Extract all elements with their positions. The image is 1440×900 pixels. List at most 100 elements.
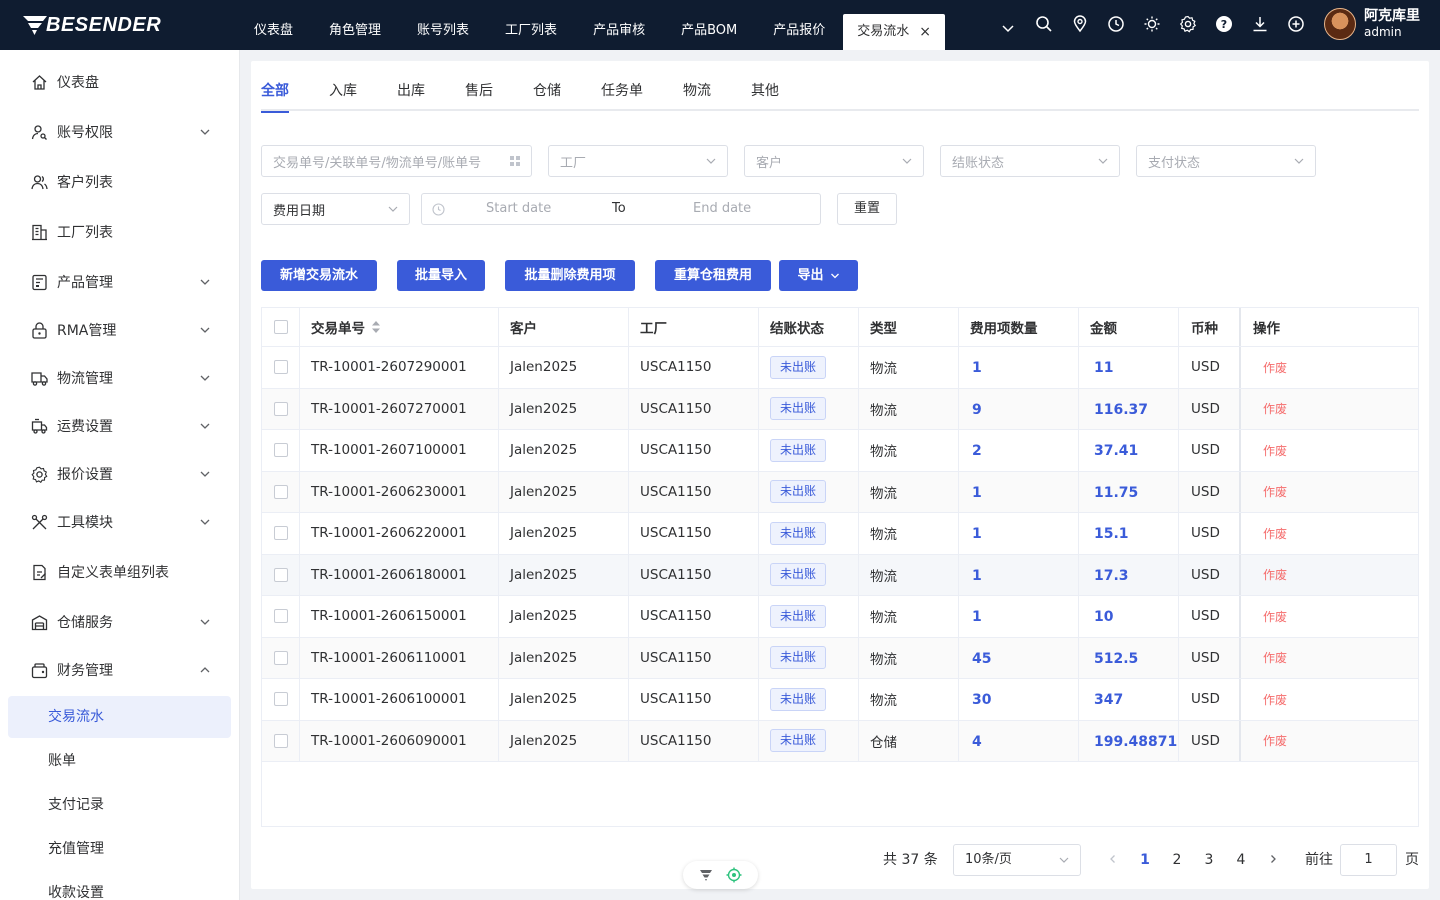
- fee-count-link[interactable]: 2: [972, 441, 982, 459]
- fee-count-link[interactable]: 1: [972, 566, 982, 584]
- void-button[interactable]: 作废: [1253, 608, 1287, 625]
- topnav-item-product-quote[interactable]: 产品报价: [755, 0, 843, 50]
- gear-icon[interactable]: [1178, 14, 1198, 34]
- sidebar-item-factories[interactable]: 工厂列表: [0, 208, 240, 256]
- prev-page-button[interactable]: [1097, 844, 1129, 876]
- row-checkbox[interactable]: [273, 443, 288, 458]
- amount-link[interactable]: 11.75: [1094, 483, 1138, 501]
- fee-count-link[interactable]: 1: [972, 607, 982, 625]
- amount-link[interactable]: 199.48871: [1094, 732, 1177, 750]
- topnav-item-product-review[interactable]: 产品审核: [575, 0, 663, 50]
- void-button[interactable]: 作废: [1253, 649, 1287, 666]
- select-all-checkbox[interactable]: [273, 320, 288, 334]
- sidebar-item-freight-settings[interactable]: 运费设置: [0, 402, 240, 450]
- sidebar-sub-payments[interactable]: 支付记录: [8, 784, 231, 826]
- reset-button[interactable]: 重置: [837, 193, 897, 225]
- page-size-select[interactable]: 10条/页: [953, 844, 1081, 876]
- sidebar-item-warehouse[interactable]: 仓储服务: [0, 598, 240, 646]
- table-row[interactable]: TR-10001-2606110001 Jalen2025 USCA1150 未出账 物…: [262, 637, 1418, 679]
- topnav-item-roles[interactable]: 角色管理: [311, 0, 399, 50]
- fee-count-link[interactable]: 1: [972, 358, 982, 376]
- fee-count-link[interactable]: 45: [972, 649, 991, 667]
- export-button[interactable]: 导出: [779, 260, 858, 291]
- add-transaction-button[interactable]: 新增交易流水: [261, 260, 377, 291]
- tab-logistics[interactable]: 物流: [683, 61, 711, 111]
- download-icon[interactable]: [1250, 14, 1270, 34]
- page-1[interactable]: 1: [1129, 844, 1161, 876]
- table-row[interactable]: TR-10001-2606150001 Jalen2025 USCA1150 未出账 物…: [262, 596, 1418, 638]
- plus-circle-icon[interactable]: [1286, 14, 1306, 34]
- table-row[interactable]: TR-10001-2606090001 Jalen2025 USCA1150 未出账 仓…: [262, 720, 1418, 762]
- fee-count-link[interactable]: 1: [972, 524, 982, 542]
- column-header-id[interactable]: 交易单号: [300, 308, 499, 346]
- sidebar-item-customers[interactable]: 客户列表: [0, 158, 240, 206]
- void-button[interactable]: 作废: [1253, 483, 1287, 500]
- void-button[interactable]: 作废: [1253, 732, 1287, 749]
- void-button[interactable]: 作废: [1253, 359, 1287, 376]
- row-checkbox[interactable]: [273, 650, 288, 665]
- table-row[interactable]: TR-10001-2606180001 Jalen2025 USCA1150 未出账 物…: [262, 554, 1418, 596]
- user-menu[interactable]: 阿克库里 admin: [1324, 8, 1420, 40]
- tab-all[interactable]: 全部: [261, 61, 289, 113]
- fee-count-link[interactable]: 1: [972, 483, 982, 501]
- end-date-input[interactable]: End date: [693, 201, 751, 216]
- row-checkbox[interactable]: [273, 733, 288, 748]
- amount-link[interactable]: 11: [1094, 358, 1113, 376]
- recalc-storage-fee-button[interactable]: 重算仓租费用: [655, 260, 771, 291]
- sidebar-item-tools[interactable]: 工具模块: [0, 498, 240, 546]
- row-checkbox[interactable]: [273, 360, 288, 375]
- location-icon[interactable]: [1070, 14, 1090, 34]
- sidebar-item-dashboard[interactable]: 仪表盘: [0, 58, 240, 106]
- table-row[interactable]: TR-10001-2607270001 Jalen2025 USCA1150 未出账 物…: [262, 388, 1418, 430]
- customer-select[interactable]: 客户: [744, 145, 924, 177]
- sun-icon[interactable]: [1142, 14, 1162, 34]
- row-checkbox[interactable]: [273, 692, 288, 707]
- table-row[interactable]: TR-10001-2607100001 Jalen2025 USCA1150 未出账 物…: [262, 430, 1418, 472]
- help-icon[interactable]: ?: [1214, 14, 1234, 34]
- sidebar-sub-bills[interactable]: 账单: [8, 740, 231, 782]
- search-input[interactable]: 交易单号/关联单号/物流单号/账单号: [261, 145, 532, 177]
- fee-count-link[interactable]: 4: [972, 732, 982, 750]
- sidebar-item-logistics[interactable]: 物流管理: [0, 354, 240, 402]
- sidebar-item-quote-settings[interactable]: 报价设置: [0, 450, 240, 498]
- factory-select[interactable]: 工厂: [548, 145, 728, 177]
- batch-delete-fees-button[interactable]: 批量删除费用项: [505, 260, 635, 291]
- amount-link[interactable]: 10: [1094, 607, 1113, 625]
- goto-page-input[interactable]: 1: [1340, 844, 1397, 876]
- batch-import-button[interactable]: 批量导入: [397, 260, 485, 291]
- sidebar-item-rma[interactable]: RMA管理: [0, 306, 240, 354]
- close-icon[interactable]: ×: [919, 14, 931, 50]
- avatar[interactable]: [1324, 8, 1356, 40]
- void-button[interactable]: 作废: [1253, 691, 1287, 708]
- topnav-item-factories[interactable]: 工厂列表: [487, 0, 575, 50]
- topnav-tab-transactions[interactable]: 交易流水 ×: [843, 14, 945, 50]
- amount-link[interactable]: 347: [1094, 690, 1123, 708]
- amount-link[interactable]: 15.1: [1094, 524, 1129, 542]
- sidebar-item-account-permissions[interactable]: 账号权限: [0, 108, 240, 156]
- page-4[interactable]: 4: [1225, 844, 1257, 876]
- row-checkbox[interactable]: [273, 526, 288, 541]
- tab-task-orders[interactable]: 任务单: [601, 61, 643, 111]
- logo-mark-icon[interactable]: [699, 868, 713, 882]
- topnav-item-product-bom[interactable]: 产品BOM: [663, 0, 755, 50]
- tab-outbound[interactable]: 出库: [397, 61, 425, 111]
- table-row[interactable]: TR-10001-2606230001 Jalen2025 USCA1150 未出账 物…: [262, 471, 1418, 513]
- void-button[interactable]: 作废: [1253, 442, 1287, 459]
- amount-link[interactable]: 512.5: [1094, 649, 1138, 667]
- sidebar-item-custom-forms[interactable]: 自定义表单组列表: [0, 548, 240, 596]
- next-page-button[interactable]: [1257, 844, 1289, 876]
- tab-inbound[interactable]: 入库: [329, 61, 357, 111]
- void-button[interactable]: 作废: [1253, 525, 1287, 542]
- page-2[interactable]: 2: [1161, 844, 1193, 876]
- void-button[interactable]: 作废: [1253, 566, 1287, 583]
- target-icon[interactable]: [726, 867, 742, 883]
- fee-count-link[interactable]: 9: [972, 400, 982, 418]
- row-checkbox[interactable]: [273, 609, 288, 624]
- search-icon[interactable]: [1034, 14, 1054, 34]
- amount-link[interactable]: 17.3: [1094, 566, 1129, 584]
- clock-icon[interactable]: [1106, 14, 1126, 34]
- date-type-select[interactable]: 费用日期: [261, 193, 410, 225]
- void-button[interactable]: 作废: [1253, 400, 1287, 417]
- brand-logo[interactable]: BESENDER: [22, 12, 161, 38]
- amount-link[interactable]: 116.37: [1094, 400, 1148, 418]
